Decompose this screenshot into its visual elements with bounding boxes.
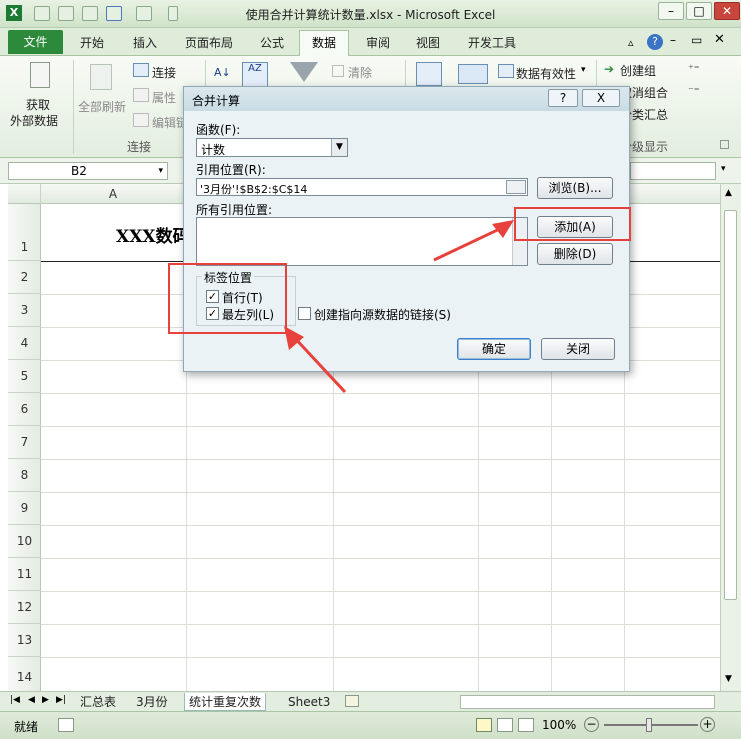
arrow-head-add [492, 220, 514, 238]
annotation-arrows [284, 220, 514, 394]
arrow-to-labels [290, 333, 347, 394]
